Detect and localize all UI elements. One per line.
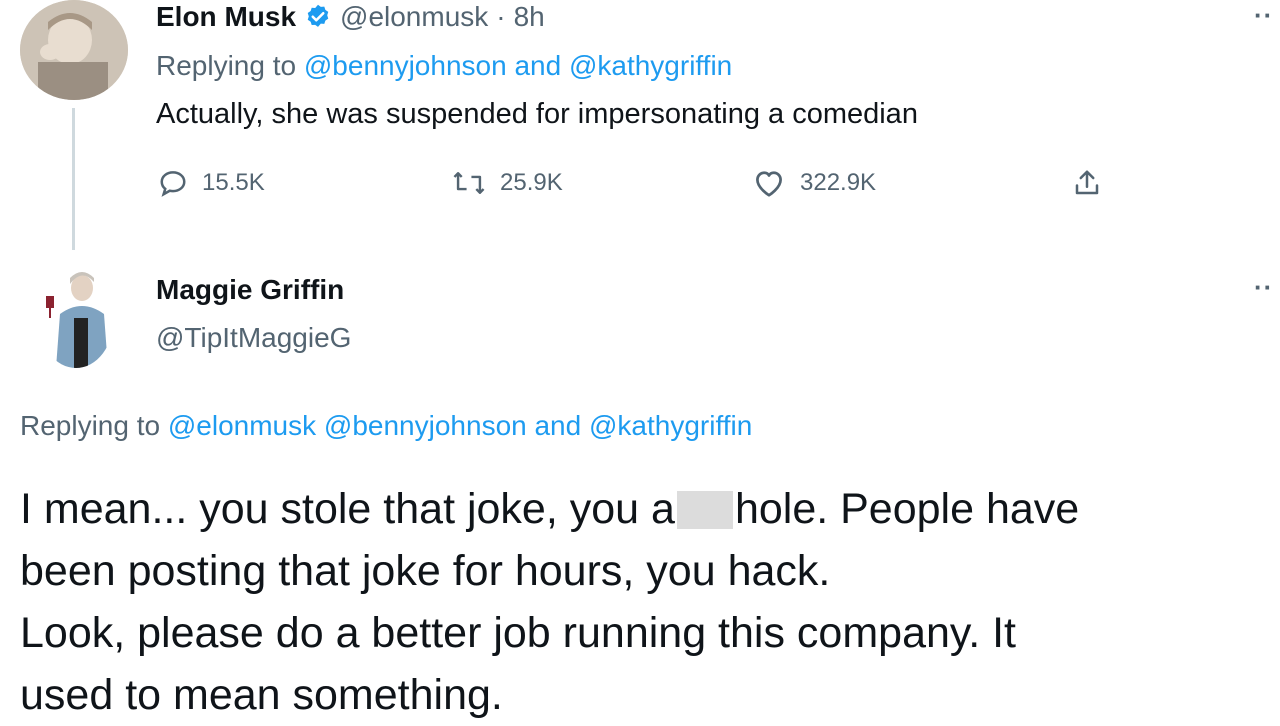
tweet-text-line: Look, please do a better job running thi… bbox=[20, 609, 1016, 657]
tweet-text-line: I mean... you stole that joke, you a hole… bbox=[20, 478, 1270, 540]
retweet-count: 25.9K bbox=[500, 169, 563, 196]
tweet-text-line: been posting that joke for hours, you ha… bbox=[20, 547, 831, 595]
censor-block bbox=[676, 491, 733, 529]
author-name[interactable]: Elon Musk bbox=[156, 1, 296, 33]
reply-icon bbox=[160, 171, 186, 197]
like-count: 322.9K bbox=[800, 169, 877, 196]
reply-count: 15.5K bbox=[202, 169, 265, 196]
maggie-avatar[interactable] bbox=[38, 268, 114, 368]
tweet-text-line: used to mean something. bbox=[20, 671, 503, 719]
tweet-text: Actually, she was suspended for imperson… bbox=[156, 98, 918, 130]
verified-badge-icon bbox=[307, 4, 329, 27]
more-icon[interactable]: ·· bbox=[1254, 0, 1273, 31]
avatar-image bbox=[38, 268, 114, 368]
avatar-image bbox=[20, 0, 128, 100]
tweet-text-segment: hole. People have bbox=[734, 485, 1080, 533]
author-handle[interactable]: @elonmusk bbox=[340, 1, 488, 33]
separator-dot: · bbox=[496, 1, 506, 32]
replying-to: Replying to @elonmusk @bennyjohnson and … bbox=[20, 410, 752, 442]
reply-button[interactable]: 15.5K bbox=[158, 168, 265, 198]
replying-mentions[interactable]: @elonmusk @bennyjohnson and @kathygriffi… bbox=[168, 410, 752, 441]
like-icon bbox=[756, 171, 782, 197]
share-button[interactable] bbox=[1072, 168, 1102, 198]
thread-connector-line bbox=[72, 108, 75, 250]
tweet-text: I mean... you stole that joke, you a hole… bbox=[20, 478, 1270, 726]
tweet-text-segment: I mean... you stole that joke, you a bbox=[20, 485, 675, 533]
replying-mentions[interactable]: @bennyjohnson and @kathygriffin bbox=[304, 50, 732, 81]
like-button[interactable]: 322.9K bbox=[752, 168, 876, 198]
retweet-button[interactable]: 25.9K bbox=[452, 168, 563, 198]
author-handle[interactable]: @TipItMaggieG bbox=[156, 322, 351, 354]
replying-prefix: Replying to bbox=[20, 410, 161, 441]
elon-avatar[interactable] bbox=[20, 0, 128, 100]
replying-prefix: Replying to bbox=[156, 50, 297, 81]
share-icon bbox=[1075, 170, 1099, 195]
tweet-time[interactable]: 8h bbox=[514, 1, 545, 33]
tweet1-header: Elon Musk @elonmusk · 8h bbox=[156, 0, 545, 34]
retweet-icon bbox=[453, 172, 485, 194]
author-name[interactable]: Maggie Griffin bbox=[156, 274, 344, 306]
more-icon[interactable]: ·· bbox=[1254, 272, 1273, 303]
replying-to: Replying to @bennyjohnson and @kathygrif… bbox=[156, 50, 732, 82]
